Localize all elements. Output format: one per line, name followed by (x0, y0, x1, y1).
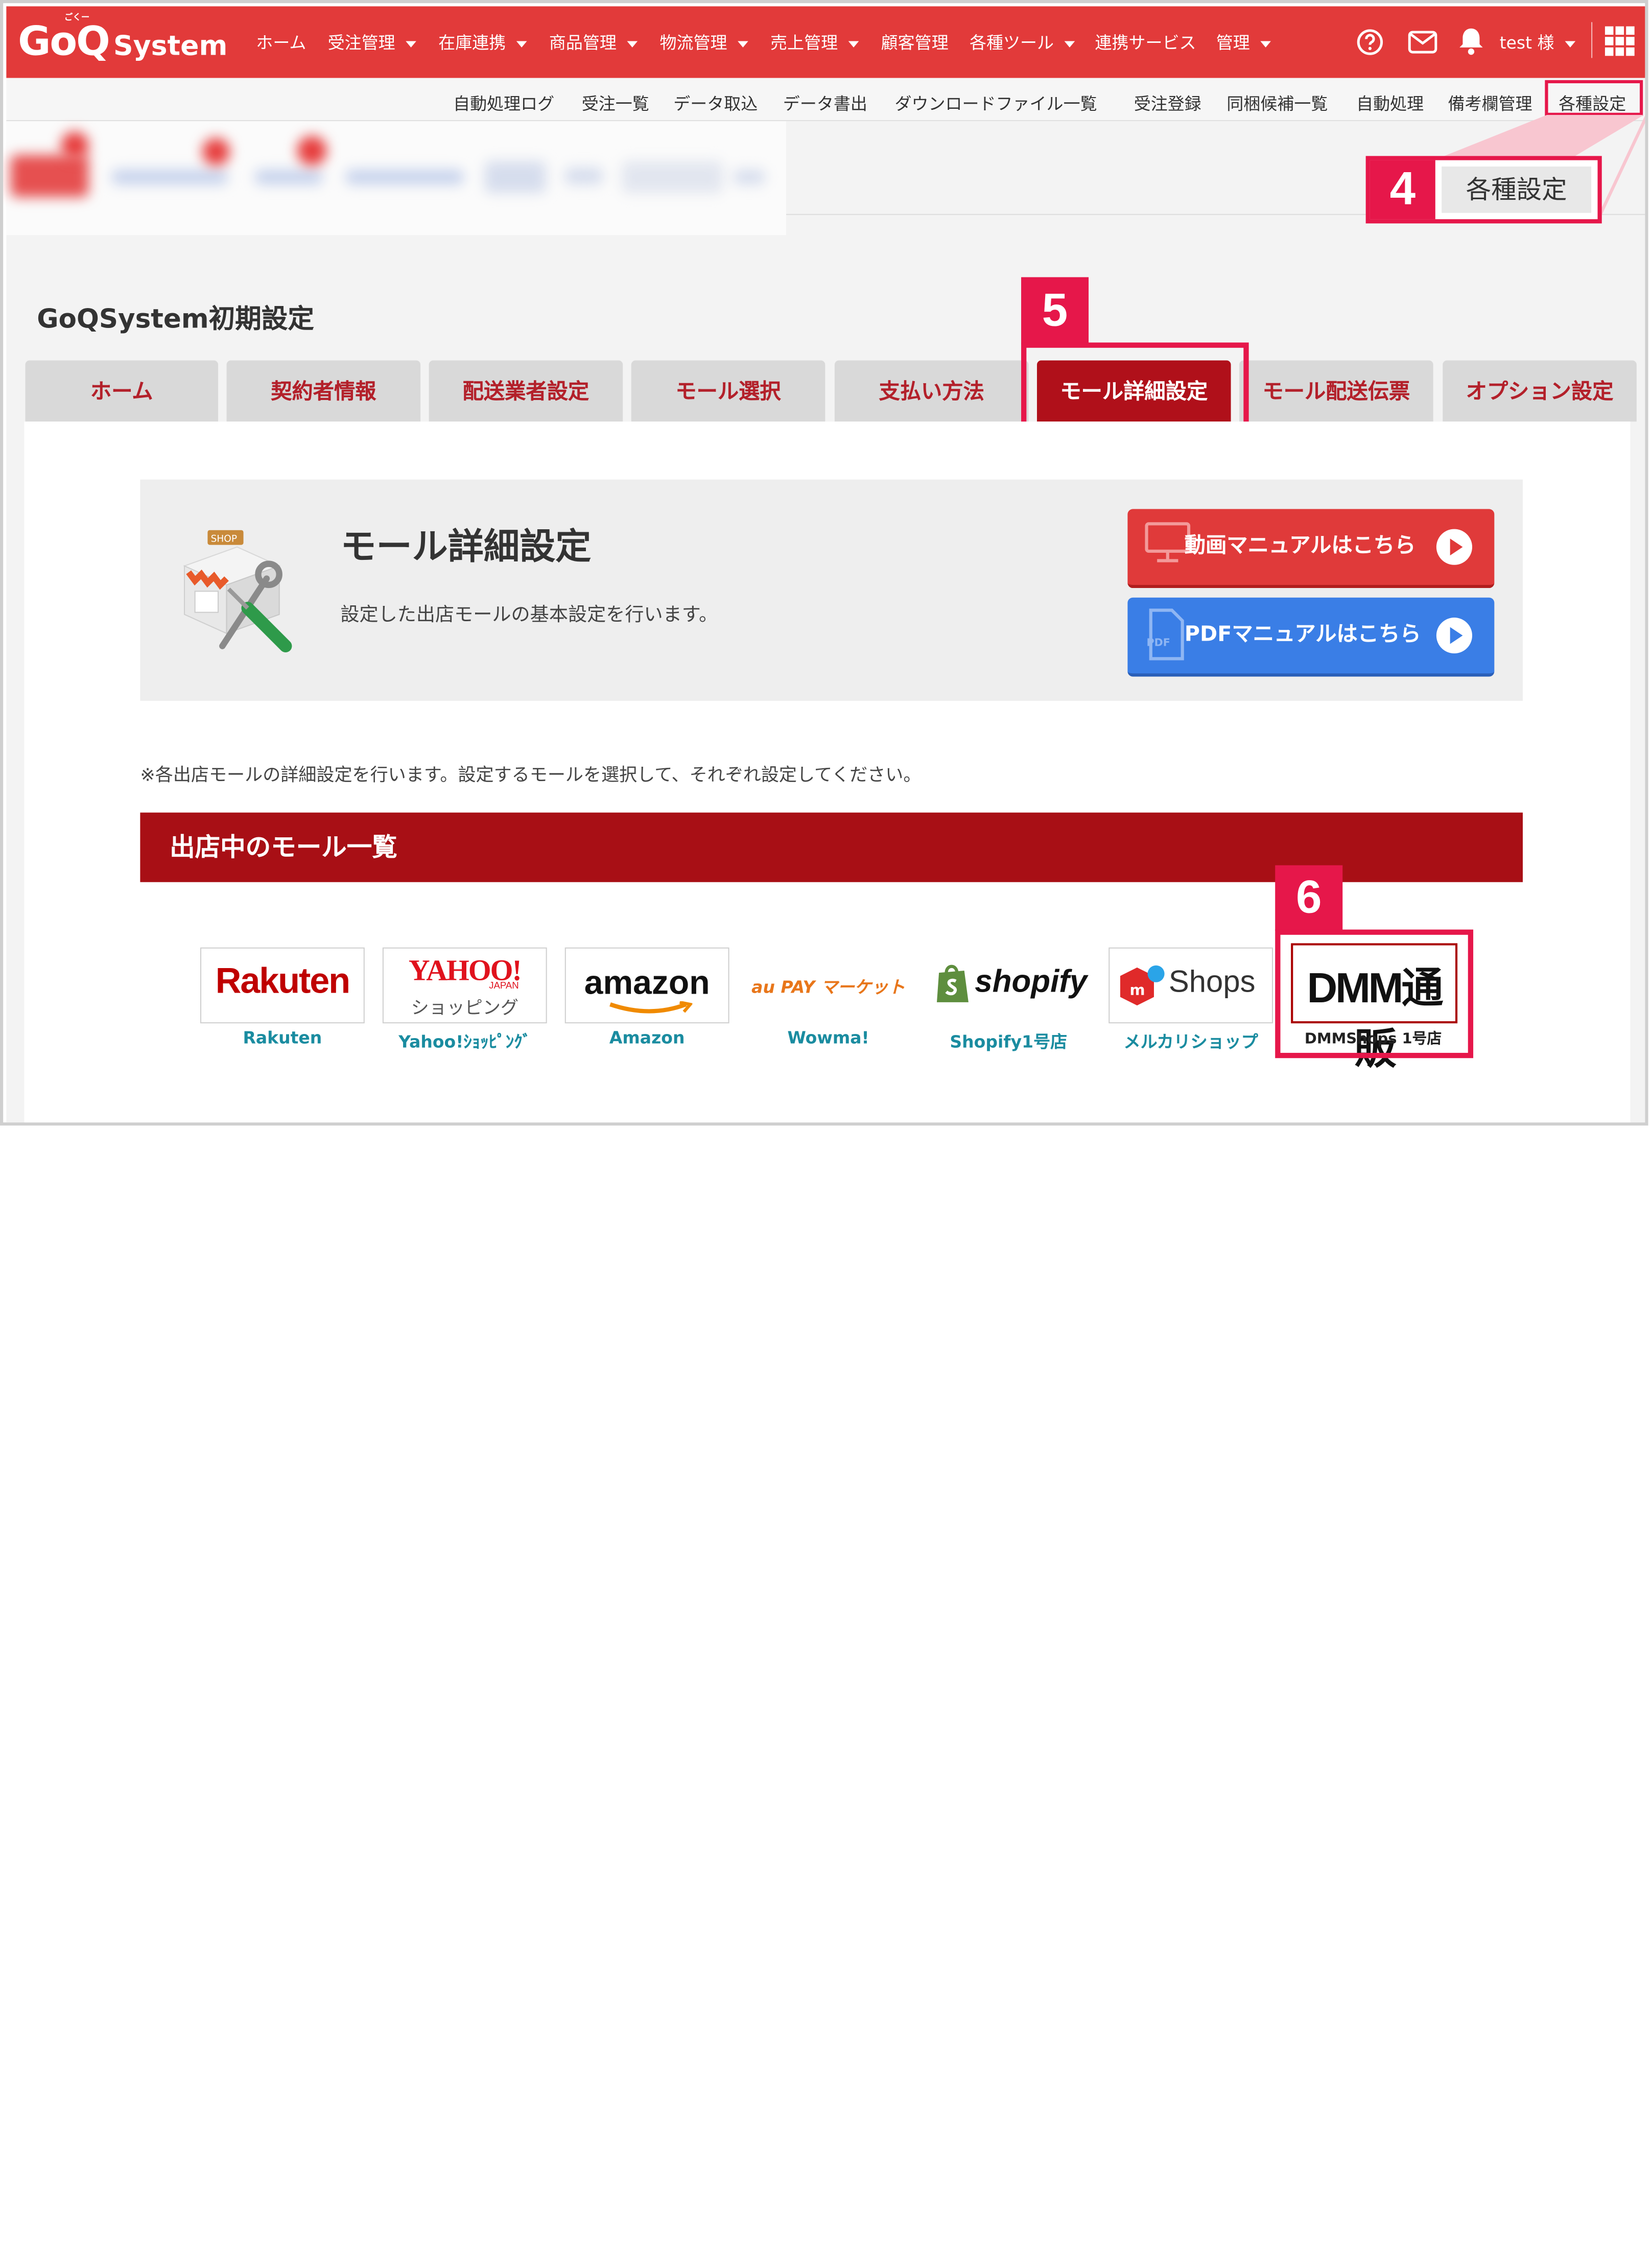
tab-mall-select[interactable]: モール選択 (631, 360, 825, 422)
chevron-down-icon (1064, 40, 1075, 47)
step-6-number: 6 (1275, 865, 1343, 931)
pdf-file-icon: PDF (1147, 608, 1184, 661)
tab-carrier-settings[interactable]: 配送業者設定 (429, 360, 623, 422)
amazon-logo: amazon (584, 963, 710, 1001)
step-6-highlight (1275, 929, 1474, 1059)
mall-yahoo[interactable]: YAHOO! JAPAN ショッピング (382, 947, 547, 1024)
step-4-number: 4 (1370, 160, 1435, 220)
tab-contractor-info[interactable]: 契約者情報 (226, 360, 421, 422)
nav-sales-management[interactable]: 売上管理 (770, 29, 859, 54)
subnav-download-files[interactable]: ダウンロードファイル一覧 (894, 89, 1097, 115)
step-5-number: 5 (1021, 277, 1089, 345)
step-4-callout: 4 各種設定 (1365, 156, 1602, 224)
amazon-smile-icon (609, 1001, 693, 1014)
yahoo-shopping-text: ショッピング (411, 998, 518, 1019)
mall-mercari-shops[interactable]: m Shops (1108, 947, 1273, 1024)
play-icon (1436, 529, 1473, 565)
chevron-down-icon (406, 40, 416, 47)
tab-home[interactable]: ホーム (25, 360, 219, 422)
mall-label-shopify[interactable]: Shopify1号店 (926, 1027, 1091, 1053)
callout-pointer-line (1596, 115, 1645, 221)
chevron-down-icon (1260, 40, 1271, 47)
shop-tools-icon: SHOP (183, 530, 292, 652)
subnav-order-register[interactable]: 受注登録 (1134, 89, 1201, 115)
video-manual-button[interactable]: 動画マニュアルはこちら (1127, 509, 1495, 589)
play-icon (1436, 617, 1473, 654)
mall-label-mercari-shops[interactable]: メルカリショップ (1108, 1027, 1273, 1053)
tab-payment-method[interactable]: 支払い方法 (834, 360, 1029, 422)
video-manual-label: 動画マニュアルはこちら (1184, 532, 1416, 558)
hero-title: モール詳細設定 (340, 526, 592, 568)
instruction-note: ※各出店モールの詳細設定を行います。設定するモールを選択して、それぞれ設定してく… (140, 765, 922, 786)
subnav-auto-process[interactable]: 自動処理 (1356, 89, 1424, 115)
svg-text:m: m (1130, 981, 1145, 998)
user-menu[interactable]: test 様 (1500, 29, 1575, 54)
browser-frame: ごくー GoQ System ホーム 受注管理 在庫連携 商品管理 物流管理 売上… (0, 0, 1648, 1126)
mercari-shops-icon: m (1120, 965, 1165, 1006)
subnav-order-list[interactable]: 受注一覧 (582, 89, 649, 115)
nav-linked-services[interactable]: 連携サービス (1095, 29, 1196, 54)
subnav-auto-log[interactable]: 自動処理ログ (453, 89, 554, 115)
shopify-bag-icon (937, 965, 969, 1002)
nav-product-management[interactable]: 商品管理 (549, 29, 638, 54)
nav-tools[interactable]: 各種ツール (970, 29, 1075, 54)
logo-kana: ごくー (64, 12, 90, 22)
subnav-remarks[interactable]: 備考欄管理 (1448, 89, 1532, 115)
pdf-manual-button[interactable]: PDF PDFマニュアルはこちら (1127, 597, 1495, 677)
chevron-down-icon (516, 40, 527, 47)
monitor-icon (1145, 522, 1191, 562)
subnav-data-export[interactable]: データ書出 (783, 89, 867, 115)
mall-label-yahoo[interactable]: Yahoo!ｼｮｯﾋﾟﾝｸﾞ (383, 1027, 547, 1053)
tab-option-settings[interactable]: オプション設定 (1443, 360, 1637, 422)
nav-customer-management[interactable]: 顧客管理 (881, 29, 949, 54)
subnav-data-import[interactable]: データ取込 (673, 89, 758, 115)
rakuten-logo: Rakuten (215, 961, 350, 1001)
mall-wowma[interactable]: au PAY マーケット (746, 947, 911, 1024)
hero-description: 設定した出店モールの基本設定を行います。 (340, 604, 718, 626)
settings-highlight (1545, 80, 1643, 116)
logo-sub: System (113, 30, 228, 62)
envelope-icon[interactable] (1408, 31, 1437, 54)
subnav-bundle-candidates[interactable]: 同梱候補一覧 (1226, 89, 1328, 115)
au-pay-market-logo: au PAY マーケット (751, 977, 905, 997)
mall-rakuten[interactable]: Rakuten (200, 947, 365, 1024)
nav-logistics-management[interactable]: 物流管理 (659, 29, 748, 54)
question-circle-icon[interactable] (1356, 29, 1384, 56)
shopify-logo: shopify (975, 964, 1088, 999)
mall-label-wowma[interactable]: Wowma! (746, 1027, 911, 1047)
chevron-down-icon (1565, 40, 1575, 47)
yahoo-logo: YAHOO! (408, 955, 522, 988)
nav-admin[interactable]: 管理 (1216, 29, 1271, 54)
goq-system-logo[interactable]: ごくー GoQ System (18, 13, 228, 64)
nav-order-management[interactable]: 受注管理 (328, 29, 416, 54)
nav-inventory-sync[interactable]: 在庫連携 (438, 29, 527, 54)
pdf-icon-text: PDF (1147, 637, 1170, 649)
mall-amazon[interactable]: amazon (564, 947, 729, 1024)
mall-shopify[interactable]: shopify (926, 947, 1091, 1024)
nav-divider (1591, 22, 1593, 58)
mall-label-rakuten[interactable]: Rakuten (200, 1027, 365, 1047)
tab-mall-shipping-slip[interactable]: モール配送伝票 (1239, 360, 1433, 422)
shop-sign-text: SHOP (211, 533, 238, 544)
yahoo-japan-text: JAPAN (489, 980, 519, 991)
page-title: GoQSystem初期設定 (37, 303, 314, 334)
nav-home[interactable]: ホーム (256, 29, 306, 54)
grid-icon[interactable] (1604, 26, 1635, 56)
pdf-manual-label: PDFマニュアルはこちら (1184, 621, 1421, 646)
logo-main: GoQ (18, 18, 110, 64)
chevron-down-icon (738, 40, 748, 47)
chevron-down-icon (627, 40, 638, 47)
chevron-down-icon (848, 40, 859, 47)
shops-logo: Shops (1168, 965, 1256, 999)
bell-icon[interactable] (1458, 27, 1484, 56)
step-4-label: 各種設定 (1442, 166, 1592, 213)
mall-label-amazon[interactable]: Amazon (565, 1027, 729, 1047)
